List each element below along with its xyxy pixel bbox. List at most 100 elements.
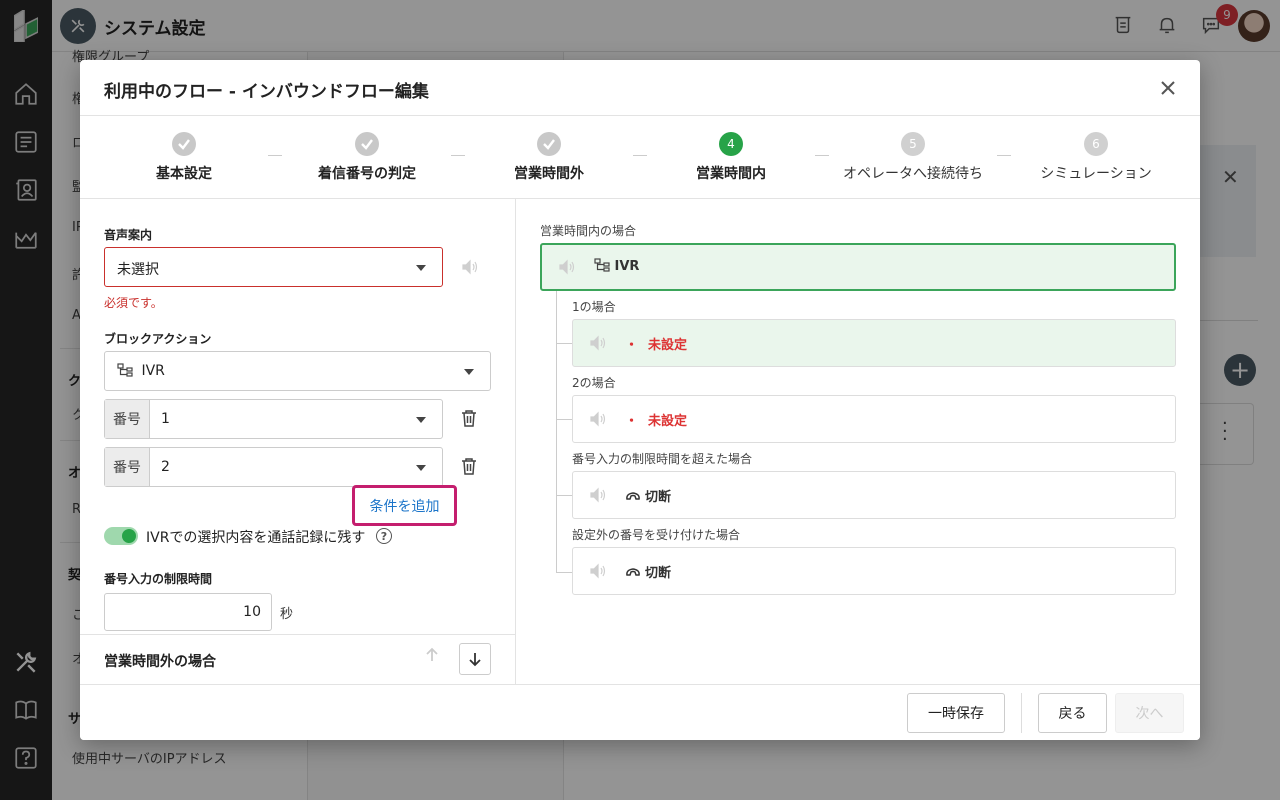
step-number: 5: [901, 132, 925, 156]
arrow-down-icon: [469, 653, 481, 667]
timeout-label: 番号入力の制限時間: [104, 572, 213, 586]
tree-line: [556, 343, 572, 344]
speaker-icon: [589, 486, 607, 504]
modal-title: 利用中のフロー - インバウンドフロー編集: [104, 82, 429, 102]
back-button[interactable]: 戻る: [1038, 693, 1107, 733]
step-label: 着信番号の判定: [318, 166, 416, 182]
speaker-icon: [558, 258, 576, 276]
hangup-icon: [625, 566, 641, 576]
preview-root-label: 営業時間内の場合: [540, 224, 637, 238]
arrow-up-icon: [424, 647, 446, 673]
step-label: 営業時間外: [514, 166, 584, 182]
ivr-icon: [594, 258, 610, 272]
timeout-unit: 秒: [280, 607, 294, 622]
select-value: IVR: [117, 363, 165, 379]
trash-icon[interactable]: [460, 457, 482, 479]
branch-content: ・未設定: [625, 334, 687, 353]
bullet: ・: [625, 414, 639, 429]
next-section-title: 営業時間外の場合: [104, 654, 216, 670]
branch-block-timeout[interactable]: 切断: [572, 471, 1176, 519]
branch-label: 1の場合: [572, 300, 616, 314]
preview-root-block[interactable]: IVR: [540, 243, 1176, 291]
select-value: 未選択: [117, 262, 159, 278]
step-number: 6: [1084, 132, 1108, 156]
chevron-down-icon: [464, 369, 474, 375]
check-icon: [537, 132, 561, 156]
stepper: 基本設定 着信番号の判定 営業時間外 4 営業時間内 5 オペレータへ接続待ち …: [80, 116, 1200, 199]
step-number: 4: [719, 132, 743, 156]
branch-label: 設定外の番号を受け付けた場合: [572, 528, 741, 542]
flow-edit-modal: 利用中のフロー - インバウンドフロー編集 基本設定 着信番号の判定 営業時間外…: [80, 60, 1200, 740]
branch-value: 切断: [645, 566, 672, 581]
block-action-value: IVR: [141, 363, 165, 379]
number-value: 1: [161, 411, 170, 427]
number-select-2[interactable]: 番号 2: [104, 447, 443, 487]
branch-block-2[interactable]: ・未設定: [572, 395, 1176, 443]
trash-icon[interactable]: [460, 409, 482, 431]
step-label: 基本設定: [156, 166, 212, 182]
branch-label: 番号入力の制限時間を超えた場合: [572, 452, 753, 466]
timeout-input[interactable]: 10: [104, 593, 272, 631]
number-prefix: 番号: [105, 400, 150, 438]
preview-root-content: IVR: [594, 258, 639, 274]
check-icon: [172, 132, 196, 156]
hangup-icon: [625, 490, 641, 500]
step-after-hours[interactable]: 営業時間外: [459, 132, 639, 183]
error-message: 必須です。: [104, 296, 163, 310]
temp-save-button[interactable]: 一時保存: [907, 693, 1005, 733]
branch-label: 2の場合: [572, 376, 616, 390]
number-prefix: 番号: [105, 448, 150, 486]
tree-line: [556, 572, 572, 573]
speaker-icon: [589, 562, 607, 580]
next-button[interactable]: 次へ: [1115, 693, 1184, 733]
close-icon[interactable]: [1154, 74, 1182, 102]
number-value: 2: [161, 459, 170, 475]
branch-content: 切断: [625, 562, 671, 581]
step-business-hours[interactable]: 4 営業時間内: [641, 132, 821, 183]
divider: [1021, 693, 1022, 733]
step-number-check[interactable]: 着信番号の判定: [277, 132, 457, 183]
block-settings-form: 音声案内 未選択 必須です。 ブロックアクション IVR 番号 1 番号 2 条…: [80, 199, 516, 684]
flow-preview: 営業時間内の場合 IVR 1の場合 ・未設定 2の場合 ・未設定 番号入力の制限…: [516, 199, 1200, 684]
branch-block-1[interactable]: ・未設定: [572, 319, 1176, 367]
branch-value: 切断: [645, 490, 672, 505]
speaker-icon: [589, 334, 607, 352]
toggle-label: IVRでの選択内容を通話記録に残す: [146, 530, 366, 546]
voice-guide-label: 音声案内: [104, 228, 153, 242]
preview-root-action: IVR: [614, 259, 640, 274]
block-action-label: ブロックアクション: [104, 332, 212, 346]
add-condition-button[interactable]: 条件を追加: [352, 485, 457, 526]
voice-guide-select[interactable]: 未選択: [104, 247, 443, 287]
step-simulation[interactable]: 6 シミュレーション: [1006, 132, 1186, 183]
tree-line: [556, 419, 572, 420]
step-wait-operator[interactable]: 5 オペレータへ接続待ち: [823, 132, 1003, 183]
timeout-value: 10: [243, 604, 261, 620]
chevron-down-icon: [416, 465, 426, 471]
speaker-icon: [589, 410, 607, 428]
arrow-down-button[interactable]: [459, 643, 491, 675]
branch-content: ・未設定: [625, 410, 687, 429]
step-label: オペレータへ接続待ち: [843, 166, 983, 182]
next-section-bar: 営業時間外の場合: [80, 634, 515, 684]
help-icon[interactable]: ?: [376, 528, 392, 544]
branch-content: 切断: [625, 486, 671, 505]
step-label: シミュレーション: [1040, 166, 1152, 182]
modal-footer: 一時保存 戻る 次へ: [80, 684, 1200, 740]
toggle-knob: [122, 529, 136, 543]
check-icon: [355, 132, 379, 156]
step-label: 営業時間内: [696, 166, 766, 182]
speaker-icon[interactable]: [461, 258, 479, 276]
branch-value: 未設定: [648, 414, 688, 429]
tree-line: [556, 291, 557, 573]
step-basic-settings[interactable]: 基本設定: [94, 132, 274, 183]
chevron-down-icon: [416, 417, 426, 423]
number-select-1[interactable]: 番号 1: [104, 399, 443, 439]
record-ivr-toggle[interactable]: [104, 527, 138, 545]
block-action-select[interactable]: IVR: [104, 351, 491, 391]
branch-value: 未設定: [648, 338, 688, 353]
branch-block-invalid[interactable]: 切断: [572, 547, 1176, 595]
ivr-icon: [117, 363, 133, 377]
bullet: ・: [625, 338, 639, 353]
tree-line: [556, 495, 572, 496]
chevron-down-icon: [416, 265, 426, 271]
